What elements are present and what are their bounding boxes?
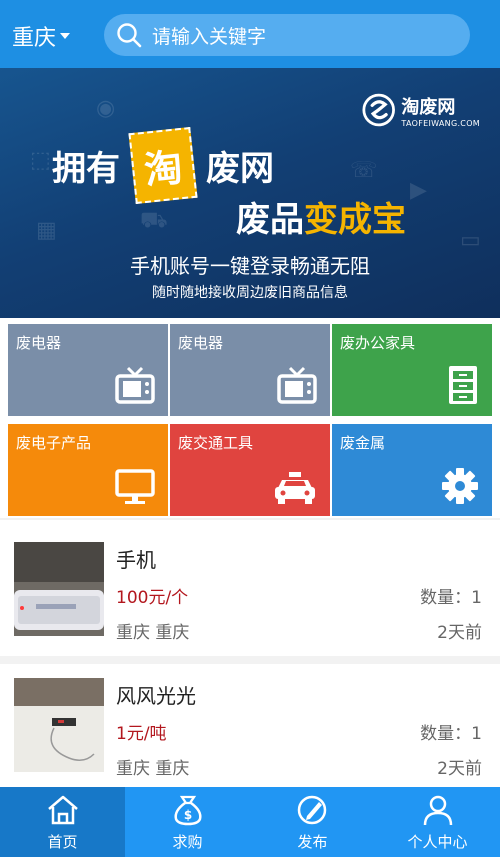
city-label: 重庆	[12, 26, 57, 51]
item-location: 重庆 重庆	[116, 759, 190, 779]
monitor-icon	[115, 469, 155, 504]
item-thumbnail	[14, 678, 104, 772]
item-price: 100元/个	[116, 588, 189, 608]
headline-highlight: 变成宝	[304, 200, 406, 240]
tab-publish[interactable]: 发布	[250, 787, 375, 857]
category-tile[interactable]: 废办公家具	[332, 324, 492, 416]
user-icon	[423, 795, 452, 826]
item-list: 手机 100元/个 数量：1 重庆 重庆 2天前 风风光光 1元/吨 数量：1 …	[0, 520, 500, 792]
banner-caption: 随时随地接收周边废旧商品信息	[152, 285, 348, 301]
money-bag-icon: $	[173, 795, 202, 826]
item-quantity: 数量：1	[420, 724, 482, 744]
category-label: 废电器	[16, 334, 62, 352]
brand-name: 淘废网	[401, 96, 456, 118]
item-time: 2天前	[437, 623, 482, 643]
tv-icon	[277, 366, 317, 404]
item-price: 1元/吨	[116, 724, 167, 744]
search-input[interactable]: 请输入关键字	[104, 14, 470, 56]
category-tile[interactable]: 废金属	[332, 424, 492, 516]
divider	[0, 656, 500, 664]
car-icon	[275, 472, 315, 504]
tab-label: 个人中心	[407, 833, 468, 851]
category-tile[interactable]: 废电器	[8, 324, 168, 416]
category-tile[interactable]: 废电子产品	[8, 424, 168, 516]
grid-icon: ▦	[36, 218, 57, 243]
svg-text:$: $	[183, 808, 191, 822]
search-placeholder: 请输入关键字	[152, 25, 267, 48]
home-icon	[47, 795, 78, 825]
camera-icon: ◉	[96, 96, 116, 121]
banner-headline-2: 废品变成宝	[236, 192, 406, 241]
category-label: 废办公家具	[340, 334, 416, 352]
category-tile[interactable]: 废电器	[170, 324, 330, 416]
headline-part: 拥有	[52, 149, 120, 189]
tab-home[interactable]: 首页	[0, 787, 125, 857]
video-icon: ▶	[410, 178, 427, 203]
tab-buy[interactable]: $ 求购	[125, 787, 250, 857]
list-item[interactable]: 手机 100元/个 数量：1 重庆 重庆 2天前	[0, 528, 500, 656]
bottom-nav: 首页 $ 求购 发布 个人中心	[0, 787, 500, 857]
tv-icon	[115, 366, 155, 404]
cart-icon: ⛟	[140, 208, 168, 233]
category-label: 废交通工具	[178, 434, 254, 452]
tab-label: 首页	[47, 833, 78, 851]
category-grid: 废电器 废电器 废办公家具 废电子产品 废交通工具 废金属	[0, 318, 500, 518]
search-icon	[117, 23, 142, 48]
promo-banner[interactable]: ⬚ ◉ ▦ ⛟ ▶ ▭ ☏ 淘废网 TAOFEIWANG.COM 拥有 淘 废网…	[0, 68, 500, 318]
top-bar: 重庆 请输入关键字	[0, 0, 500, 68]
bag-icon: ⬚	[30, 148, 51, 173]
item-thumbnail	[14, 542, 104, 636]
item-name: 手机	[116, 548, 156, 572]
brand-logo: 淘废网 TAOFEIWANG.COM	[362, 86, 480, 134]
item-location: 重庆 重庆	[116, 623, 190, 643]
tab-label: 求购	[172, 833, 203, 851]
tab-label: 发布	[297, 833, 328, 851]
category-label: 废电器	[178, 334, 224, 352]
item-time: 2天前	[437, 759, 482, 779]
list-item[interactable]: 风风光光 1元/吨 数量：1 重庆 重庆 2天前	[0, 664, 500, 792]
city-selector[interactable]: 重庆	[12, 20, 71, 52]
item-name: 风风光光	[116, 684, 196, 708]
item-quantity: 数量：1	[420, 588, 482, 608]
chevron-down-icon	[60, 33, 71, 39]
banner-subtitle: 手机账号一键登录畅通无阻	[130, 254, 370, 278]
tab-profile[interactable]: 个人中心	[375, 787, 500, 857]
banner-headline-1: 拥有 淘 废网	[52, 126, 275, 205]
publish-icon	[297, 795, 326, 825]
headline-highlight: 淘	[128, 126, 198, 205]
brand-url: TAOFEIWANG.COM	[401, 118, 480, 128]
brand-mark-icon	[362, 93, 395, 127]
headline-part: 废网	[206, 149, 275, 189]
headline-part: 废品	[236, 200, 304, 240]
category-label: 废金属	[340, 434, 386, 452]
phone-decor-icon: ☏	[350, 158, 378, 183]
category-tile[interactable]: 废交通工具	[170, 424, 330, 516]
category-label: 废电子产品	[16, 434, 92, 452]
gear-icon	[442, 468, 478, 504]
cabinet-icon	[449, 366, 477, 404]
